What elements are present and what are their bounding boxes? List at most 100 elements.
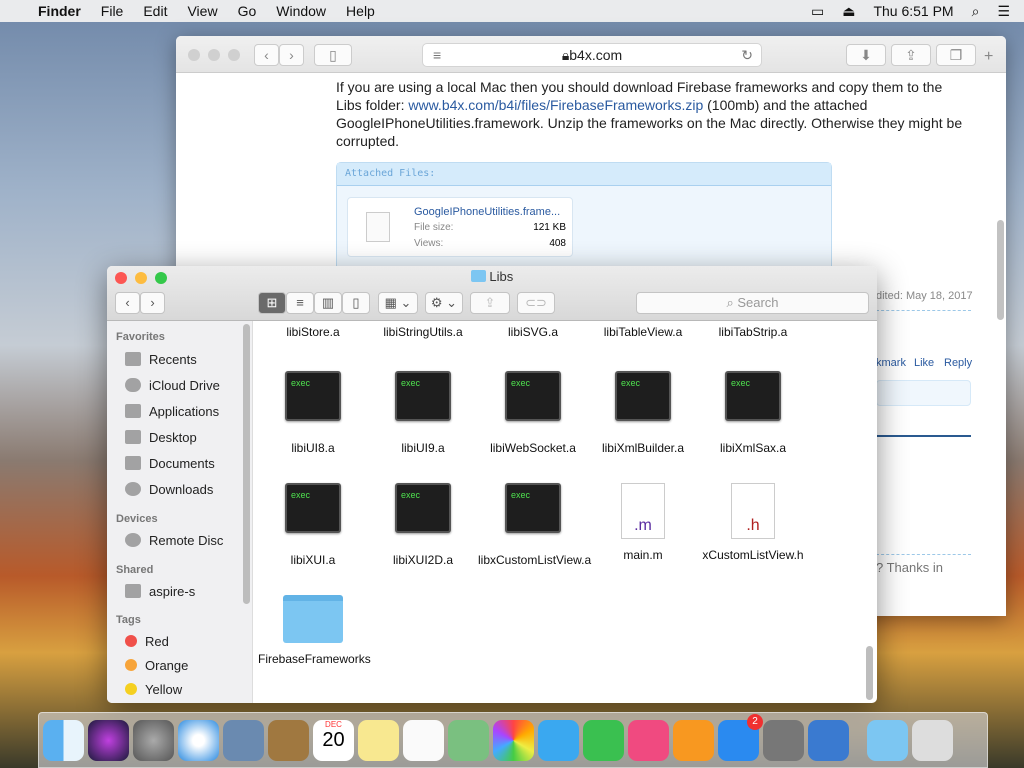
group-by-button[interactable]: ▦ ⌄ xyxy=(378,292,418,314)
itunes-icon[interactable] xyxy=(628,719,669,761)
file-item[interactable]: exec libiWebSocket.a xyxy=(478,371,588,456)
list-view-button[interactable]: ≡ xyxy=(286,292,314,314)
reload-icon[interactable]: ↻ xyxy=(741,44,753,66)
facetime-icon[interactable] xyxy=(583,719,624,761)
sidebar-scrollbar[interactable] xyxy=(243,324,250,604)
exec-file-icon: exec xyxy=(285,483,341,533)
cover-flow-button[interactable]: ▯ xyxy=(342,292,370,314)
xcode-icon[interactable] xyxy=(808,719,849,761)
scrollbar[interactable] xyxy=(997,220,1004,320)
menu-edit[interactable]: Edit xyxy=(143,3,167,19)
icon-view-button[interactable]: ⊞ xyxy=(258,292,286,314)
downloads-stack-icon[interactable] xyxy=(867,719,908,761)
menu-help[interactable]: Help xyxy=(346,3,375,19)
file-item[interactable]: exec libxCustomListView.a xyxy=(478,483,591,568)
ibooks-icon[interactable] xyxy=(673,719,714,761)
sidebar-item-tag-red[interactable]: Red xyxy=(125,631,169,651)
search-placeholder: Search xyxy=(737,295,779,310)
file-item[interactable]: libiStore.a xyxy=(258,324,368,340)
file-item[interactable]: exec libiXUI2D.a xyxy=(368,483,478,568)
preview-icon[interactable] xyxy=(223,719,264,761)
column-view-button[interactable]: ▥ xyxy=(314,292,342,314)
file-item[interactable]: .h xCustomListView.h xyxy=(698,483,808,563)
bookmark-link[interactable]: kmark xyxy=(876,357,906,369)
eject-icon[interactable]: ⏏ xyxy=(842,3,855,20)
close-button[interactable] xyxy=(188,49,200,61)
exec-file-icon: exec xyxy=(395,483,451,533)
airplay-icon[interactable]: ▭ xyxy=(811,3,824,20)
documents-icon xyxy=(125,456,141,470)
sidebar-item-tag-orange[interactable]: Orange xyxy=(125,655,188,675)
menu-go[interactable]: Go xyxy=(238,3,257,19)
notification-center-icon[interactable]: ☰ xyxy=(997,3,1010,20)
computer-icon xyxy=(125,584,141,598)
attachment-name[interactable]: GoogleIPhoneUtilities.frame... xyxy=(414,206,560,218)
sidebar-item-aspire-s[interactable]: aspire-s xyxy=(125,581,195,601)
file-item[interactable]: exec libiXUI.a xyxy=(258,483,368,568)
sidebar-item-downloads[interactable]: Downloads xyxy=(125,479,213,499)
sidebar-item-documents[interactable]: Documents xyxy=(125,453,215,473)
reply-box[interactable] xyxy=(876,380,971,406)
reminders-icon[interactable] xyxy=(403,719,444,761)
sidebar-item-applications[interactable]: Applications xyxy=(125,401,219,421)
sidebar-icon[interactable]: ▯ xyxy=(314,44,352,66)
menu-window[interactable]: Window xyxy=(276,3,326,19)
reader-icon[interactable]: ≡ xyxy=(433,44,441,66)
downloads-icon xyxy=(125,482,141,496)
zoom-button[interactable] xyxy=(228,49,240,61)
messages-icon[interactable] xyxy=(538,719,579,761)
system-preferences-icon[interactable] xyxy=(763,719,804,761)
spotlight-icon[interactable]: ⌕ xyxy=(972,3,980,20)
maps-icon[interactable] xyxy=(448,719,489,761)
forward-button[interactable]: › xyxy=(279,44,304,66)
firebase-link[interactable]: www.b4x.com/b4i/files/FirebaseFrameworks… xyxy=(408,97,703,113)
sidebar-item-recents[interactable]: Recents xyxy=(125,349,197,369)
tag-icon[interactable]: ⊂⊃ xyxy=(517,292,555,314)
file-item[interactable]: exec libiXmlBuilder.a xyxy=(588,371,698,456)
action-gear-icon[interactable]: ⚙ ⌄ xyxy=(425,292,463,314)
menu-app-name[interactable]: Finder xyxy=(38,3,81,19)
finder-icon[interactable] xyxy=(43,719,84,761)
back-button[interactable]: ‹ xyxy=(254,44,279,66)
file-item[interactable]: libiSVG.a xyxy=(478,324,588,340)
file-item[interactable]: .m main.m xyxy=(588,483,698,563)
app-store-icon[interactable]: 2 xyxy=(718,713,763,761)
scrollbar[interactable] xyxy=(866,646,873,700)
address-bar[interactable]: ≡ 🔒︎b4x.com ↻ xyxy=(422,43,762,67)
file-item[interactable]: libiTableView.a xyxy=(588,324,698,340)
file-item[interactable]: exec libiXmlSax.a xyxy=(698,371,808,456)
sidebar-item-desktop[interactable]: Desktop xyxy=(125,427,197,447)
new-tab-icon[interactable]: + xyxy=(984,48,993,66)
sidebar-item-icloud-drive[interactable]: iCloud Drive xyxy=(125,375,220,395)
tabs-icon[interactable]: ❐ xyxy=(936,44,976,66)
tags-heading: Tags xyxy=(116,614,141,626)
calendar-icon[interactable]: DEC 20 xyxy=(313,719,354,761)
search-input[interactable]: ⌕ Search xyxy=(636,292,869,314)
file-item[interactable]: exec libiUI9.a xyxy=(368,371,478,456)
minimize-button[interactable] xyxy=(208,49,220,61)
file-item[interactable]: exec libiUI8.a xyxy=(258,371,368,456)
sidebar-item-remote-disc[interactable]: Remote Disc xyxy=(125,530,223,550)
downloads-icon[interactable]: ⬇ xyxy=(846,44,886,66)
notes-icon[interactable] xyxy=(358,719,399,761)
forward-button[interactable]: › xyxy=(140,292,165,314)
launchpad-icon[interactable] xyxy=(133,719,174,761)
like-link[interactable]: Like xyxy=(914,357,934,369)
share-icon[interactable]: ⇪ xyxy=(891,44,931,66)
attachment-card[interactable]: GoogleIPhoneUtilities.frame... File size… xyxy=(347,197,573,257)
menu-file[interactable]: File xyxy=(101,3,124,19)
contacts-icon[interactable] xyxy=(268,719,309,761)
safari-icon[interactable] xyxy=(178,719,219,761)
siri-icon[interactable] xyxy=(88,719,129,761)
clock[interactable]: Thu 6:51 PM xyxy=(873,3,953,19)
menu-view[interactable]: View xyxy=(187,3,217,19)
sidebar-item-tag-yellow[interactable]: Yellow xyxy=(125,679,182,699)
file-item[interactable]: libiTabStrip.a xyxy=(698,324,808,340)
trash-icon[interactable] xyxy=(912,719,953,761)
reply-link[interactable]: Reply xyxy=(944,357,972,369)
back-button[interactable]: ‹ xyxy=(115,292,140,314)
share-icon[interactable]: ⇪ xyxy=(470,292,510,314)
file-item[interactable]: FirebaseFrameworks xyxy=(258,595,371,667)
file-item[interactable]: libiStringUtils.a xyxy=(368,324,478,340)
photos-icon[interactable] xyxy=(493,719,534,761)
